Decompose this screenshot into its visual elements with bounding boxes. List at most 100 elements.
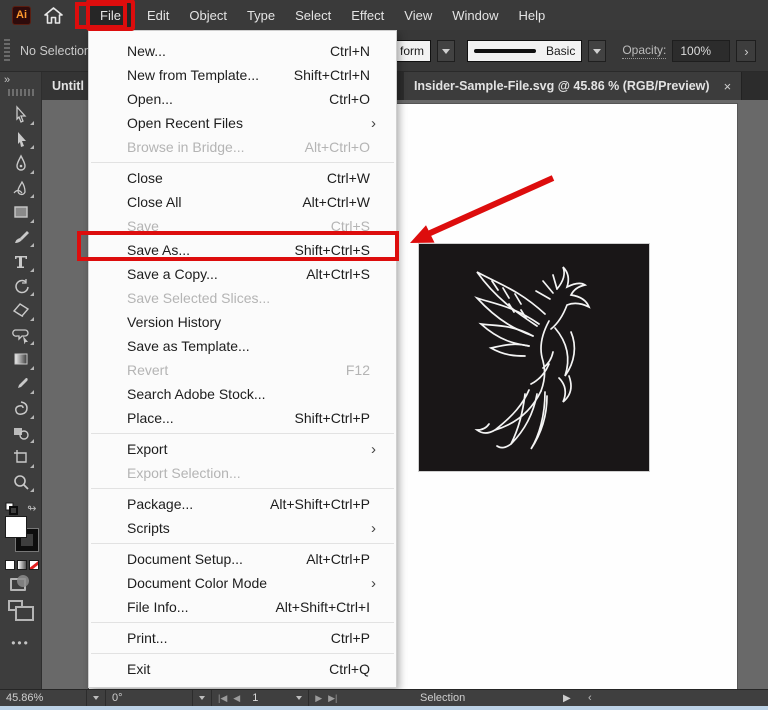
- menu-item-export[interactable]: Export›: [89, 437, 396, 461]
- menu-item-label: Save as Template...: [127, 338, 370, 354]
- gradient-button[interactable]: [17, 560, 27, 570]
- zoom-tool-icon[interactable]: [6, 470, 36, 495]
- tools-panel: » ↬ •••: [0, 72, 42, 689]
- selection-tool-icon[interactable]: [6, 102, 36, 127]
- menu-item-scripts[interactable]: Scripts›: [89, 516, 396, 540]
- menu-item-exit[interactable]: ExitCtrl+Q: [89, 657, 396, 681]
- variable-width-dropdown-button[interactable]: [437, 40, 455, 62]
- menu-item-package[interactable]: Package...Alt+Shift+Ctrl+P: [89, 492, 396, 516]
- menubar-item-help[interactable]: Help: [508, 3, 555, 27]
- last-artboard-icon[interactable]: ▶|: [328, 693, 337, 704]
- phoenix-artwork[interactable]: [419, 244, 649, 471]
- draw-mode-icon[interactable]: [10, 578, 26, 591]
- menu-item-save-as[interactable]: Save As...Shift+Ctrl+S: [89, 238, 396, 262]
- zoom-level-field[interactable]: 45.86%: [0, 690, 86, 706]
- artboard-number-field[interactable]: 1: [246, 690, 290, 706]
- opacity-input[interactable]: 100%: [672, 40, 730, 62]
- menu-item-document-color-mode[interactable]: Document Color Mode›: [89, 571, 396, 595]
- twirl-tool-icon[interactable]: [6, 396, 36, 421]
- submenu-arrow-icon: ›: [371, 115, 376, 132]
- eraser-tool-icon[interactable]: [6, 298, 36, 323]
- previous-artboard-icon[interactable]: ◀: [233, 693, 240, 704]
- menu-item-place[interactable]: Place...Shift+Ctrl+P: [89, 406, 396, 430]
- none-button[interactable]: [29, 560, 39, 570]
- menu-item-save-as-template[interactable]: Save as Template...: [89, 334, 396, 358]
- menu-item-open[interactable]: Open...Ctrl+O: [89, 87, 396, 111]
- document-tab-untitled[interactable]: Untitl: [42, 72, 95, 100]
- menu-item-label: Browse in Bridge...: [127, 139, 305, 155]
- shaper-tool-icon[interactable]: [6, 323, 36, 348]
- swap-fill-stroke-icon[interactable]: ↬: [27, 502, 36, 515]
- menu-item-label: Save Selected Slices...: [127, 290, 370, 306]
- menu-item-shortcut: Ctrl+Q: [329, 661, 370, 677]
- artboard-number-value: 1: [252, 692, 258, 704]
- menu-item-close-all[interactable]: Close AllAlt+Ctrl+W: [89, 190, 396, 214]
- shape-builder-tool-icon[interactable]: [6, 421, 36, 446]
- next-artboard-icon[interactable]: ▶: [315, 693, 322, 704]
- tools-panel-grip-icon[interactable]: [8, 89, 34, 96]
- menu-item-save-a-copy[interactable]: Save a Copy...Alt+Ctrl+S: [89, 262, 396, 286]
- expand-panel-icon[interactable]: »: [4, 74, 9, 86]
- rotation-field[interactable]: 0°: [106, 690, 192, 706]
- fill-color-swatch[interactable]: [5, 516, 27, 538]
- opacity-options-button[interactable]: ›: [736, 40, 756, 62]
- menu-item-shortcut: Alt+Ctrl+S: [306, 266, 370, 282]
- menu-item-document-setup[interactable]: Document Setup...Alt+Ctrl+P: [89, 547, 396, 571]
- menubar-item-type[interactable]: Type: [237, 3, 285, 27]
- rotate-tool-icon[interactable]: [6, 274, 36, 299]
- panel-grip-icon[interactable]: [4, 39, 10, 63]
- menu-item-new-from-template[interactable]: New from Template...Shift+Ctrl+N: [89, 63, 396, 87]
- menu-item-label: Open Recent Files: [127, 115, 371, 131]
- menu-item-save: SaveCtrl+S: [89, 214, 396, 238]
- artboard-tool-icon[interactable]: [6, 445, 36, 470]
- variable-width-profile-field[interactable]: form: [393, 40, 431, 62]
- menubar-item-window[interactable]: Window: [442, 3, 508, 27]
- home-icon[interactable]: [44, 7, 63, 24]
- menu-item-close[interactable]: CloseCtrl+W: [89, 166, 396, 190]
- color-button[interactable]: [5, 560, 15, 570]
- menubar-item-view[interactable]: View: [394, 3, 442, 27]
- screen-mode-icon[interactable]: [8, 600, 23, 611]
- gradient-tool-icon[interactable]: [6, 347, 36, 372]
- menubar-item-effect[interactable]: Effect: [341, 3, 394, 27]
- document-tab-active[interactable]: Insider-Sample-File.svg @ 45.86 % (RGB/P…: [404, 72, 742, 100]
- first-artboard-icon[interactable]: |◀: [218, 693, 227, 704]
- paintbrush-tool-icon[interactable]: [6, 225, 36, 250]
- brush-definition-dropdown-button[interactable]: [588, 40, 606, 62]
- curvature-tool-icon[interactable]: [6, 176, 36, 201]
- artboard-dropdown-icon[interactable]: [296, 696, 302, 700]
- rectangle-tool-icon[interactable]: [6, 200, 36, 225]
- brush-definition-field[interactable]: Basic: [467, 40, 582, 62]
- menu-item-label: New from Template...: [127, 67, 294, 83]
- edit-toolbar-icon[interactable]: •••: [11, 636, 30, 650]
- menu-item-file-info[interactable]: File Info...Alt+Shift+Ctrl+I: [89, 595, 396, 619]
- direct-selection-tool-icon[interactable]: [6, 127, 36, 152]
- menu-item-new[interactable]: New...Ctrl+N: [89, 39, 396, 63]
- opacity-label[interactable]: Opacity:: [622, 43, 666, 59]
- status-collapse-icon[interactable]: ‹: [588, 692, 592, 704]
- menu-item-version-history[interactable]: Version History: [89, 310, 396, 334]
- menu-item-label: New...: [127, 43, 330, 59]
- illustrator-logo-icon[interactable]: Ai: [12, 6, 31, 25]
- menu-item-label: Export: [127, 441, 371, 457]
- menu-item-open-recent-files[interactable]: Open Recent Files›: [89, 111, 396, 135]
- menubar-item-select[interactable]: Select: [285, 3, 341, 27]
- document-tab-label: Untitl: [52, 79, 84, 93]
- rotation-dropdown-icon[interactable]: [199, 696, 205, 700]
- pen-tool-icon[interactable]: [6, 151, 36, 176]
- illustrator-window: Ai FileEditObjectTypeSelectEffectViewWin…: [0, 0, 768, 710]
- menu-item-print[interactable]: Print...Ctrl+P: [89, 626, 396, 650]
- close-tab-icon[interactable]: ×: [724, 79, 732, 94]
- eyedropper-tool-icon[interactable]: [6, 372, 36, 397]
- menu-item-label: Export Selection...: [127, 465, 370, 481]
- status-mode-label: Selection: [420, 692, 465, 704]
- zoom-dropdown-icon[interactable]: [93, 696, 99, 700]
- menu-item-label: Revert: [127, 362, 346, 378]
- menubar-item-edit[interactable]: Edit: [137, 3, 179, 27]
- menubar-item-object[interactable]: Object: [179, 3, 237, 27]
- type-tool-icon[interactable]: [6, 249, 36, 274]
- menu-item-label: Exit: [127, 661, 329, 677]
- menu-item-search-adobe-stock[interactable]: Search Adobe Stock...: [89, 382, 396, 406]
- menubar-item-file[interactable]: File: [90, 3, 131, 27]
- status-play-icon[interactable]: ▶: [563, 693, 571, 704]
